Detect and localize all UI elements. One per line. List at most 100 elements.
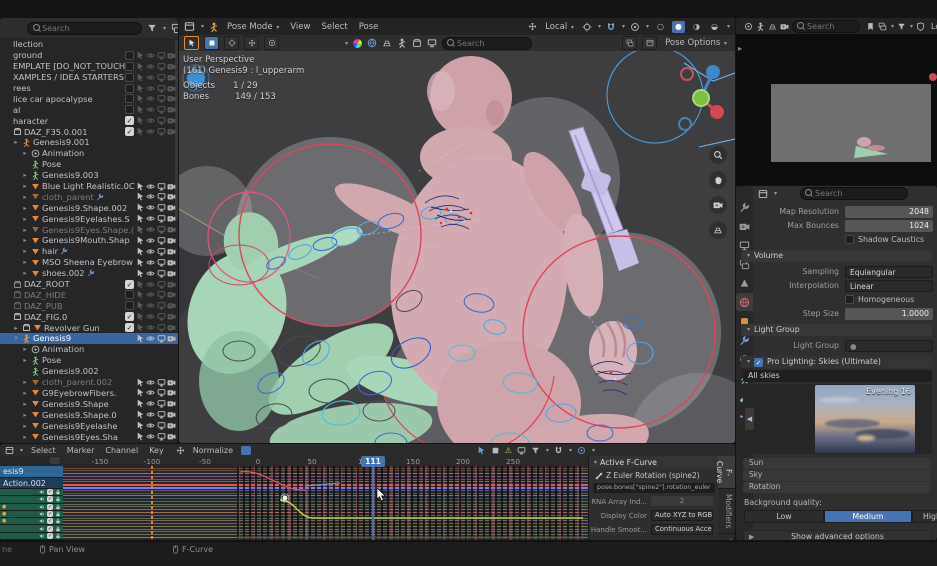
speaker-icon[interactable] bbox=[39, 526, 45, 532]
pointer-icon[interactable] bbox=[136, 105, 145, 114]
eye-icon[interactable] bbox=[146, 410, 155, 419]
filter-caret-icon[interactable]: ▾ bbox=[163, 25, 166, 32]
shield-icon[interactable] bbox=[916, 22, 925, 31]
pointer-icon[interactable] bbox=[136, 94, 145, 103]
monitor-icon[interactable] bbox=[157, 280, 166, 289]
disclosure-icon[interactable]: ▸ bbox=[21, 389, 29, 397]
mode-dropdown[interactable]: Pose Mode ▾ bbox=[224, 22, 282, 32]
monitor-icon[interactable] bbox=[157, 214, 166, 223]
menu-view[interactable]: View bbox=[287, 22, 313, 32]
menu-key[interactable]: Key bbox=[146, 446, 167, 455]
outliner-row-animation[interactable]: ▸Animation bbox=[0, 344, 178, 355]
outliner-row-pose[interactable]: ▸Pose bbox=[0, 355, 178, 366]
eye-icon[interactable] bbox=[146, 62, 155, 71]
disclosure-icon[interactable]: ▸ bbox=[21, 356, 29, 364]
eye-icon[interactable] bbox=[146, 73, 155, 82]
monitor-icon[interactable] bbox=[157, 301, 166, 310]
outliner-scrollbar[interactable] bbox=[175, 40, 178, 220]
outliner-row-g9eyebrowfibers[interactable]: ▸G9EyebrowFibers. bbox=[0, 388, 178, 399]
eye-icon[interactable] bbox=[146, 247, 155, 256]
pointer-icon[interactable] bbox=[136, 269, 145, 278]
monitor-icon[interactable] bbox=[157, 236, 166, 245]
ruler-options-icon[interactable] bbox=[50, 457, 60, 464]
shading-material-button[interactable]: ◑ bbox=[690, 21, 703, 33]
camera-icon[interactable] bbox=[167, 301, 176, 310]
layers-caret-icon[interactable]: ▾ bbox=[891, 23, 894, 30]
pointer-icon[interactable] bbox=[136, 258, 145, 267]
quality-low-button[interactable]: Low bbox=[744, 510, 824, 523]
camera-icon[interactable] bbox=[167, 280, 176, 289]
disclosure-icon[interactable]: ▸ bbox=[21, 258, 29, 266]
monitor-icon[interactable] bbox=[157, 269, 166, 278]
channel-enable-checkbox[interactable]: ✓ bbox=[47, 518, 53, 524]
perspective-toggle-button[interactable] bbox=[709, 221, 727, 239]
monitor-icon[interactable] bbox=[157, 182, 166, 191]
camera-icon[interactable] bbox=[167, 269, 176, 278]
map-resolution-value[interactable]: 2048 bbox=[845, 206, 933, 218]
monitor-icon[interactable] bbox=[157, 192, 166, 201]
collection-checkbox[interactable]: ✓ bbox=[125, 323, 134, 332]
outliner-row-xamples-idea-starters[interactable]: XAMPLES / IDEA STARTERS bbox=[0, 72, 178, 83]
filter-icon[interactable] bbox=[147, 23, 157, 33]
transform-orientation-dropdown[interactable]: Local ▾ bbox=[542, 22, 577, 32]
monitor-icon[interactable] bbox=[157, 312, 166, 321]
eye-icon[interactable] bbox=[146, 127, 155, 136]
all-skies-dropdown[interactable]: All skies bbox=[743, 370, 932, 382]
pointer-icon[interactable] bbox=[136, 84, 145, 93]
camera-icon[interactable] bbox=[167, 399, 176, 408]
filter-caret-icon[interactable]: ▾ bbox=[910, 23, 913, 30]
eye-icon[interactable] bbox=[146, 84, 155, 93]
collection-checkbox[interactable] bbox=[125, 62, 134, 71]
outliner-search-input[interactable] bbox=[27, 22, 142, 35]
overlay-monitor-icon[interactable] bbox=[427, 38, 437, 48]
properties-search-input[interactable] bbox=[800, 187, 908, 200]
overlay-globe-icon[interactable] bbox=[367, 38, 377, 48]
shading-caret-icon[interactable]: ▾ bbox=[727, 23, 730, 30]
pointer-icon[interactable] bbox=[136, 51, 145, 60]
eye-icon[interactable] bbox=[146, 225, 155, 234]
eye-icon[interactable] bbox=[146, 258, 155, 267]
speaker-icon[interactable] bbox=[39, 489, 45, 495]
shadow-caustics-checkbox[interactable] bbox=[845, 235, 854, 244]
lock-icon[interactable] bbox=[55, 489, 61, 495]
channel-enable-checkbox[interactable]: ✓ bbox=[47, 511, 53, 517]
tool-select-box-button[interactable] bbox=[184, 36, 199, 50]
outliner-row-revolver-gun[interactable]: ▸Revolver Gun✓ bbox=[0, 322, 178, 333]
playhead-badge[interactable]: 111 bbox=[361, 456, 385, 467]
disclosure-icon[interactable]: ▸ bbox=[21, 226, 29, 234]
speaker-icon[interactable] bbox=[39, 511, 45, 517]
eye-icon[interactable] bbox=[146, 51, 155, 60]
pointer-icon[interactable] bbox=[136, 203, 145, 212]
camera-icon[interactable] bbox=[167, 421, 176, 430]
eye-icon[interactable] bbox=[146, 378, 155, 387]
collection-checkbox[interactable] bbox=[125, 73, 134, 82]
outliner-row-daz-hide[interactable]: DAZ_HIDE bbox=[0, 289, 178, 300]
outliner-row-cloth-parent-002[interactable]: ▸cloth_parent.002 bbox=[0, 377, 178, 388]
cursor-tool-icon[interactable] bbox=[477, 446, 486, 455]
monitor-icon[interactable] bbox=[157, 94, 166, 103]
sky-subpanel[interactable]: Sky bbox=[743, 470, 930, 481]
pointer-icon[interactable] bbox=[136, 432, 145, 441]
outliner-row-cloth-parent[interactable]: ▸cloth_parent bbox=[0, 191, 178, 202]
collection-checkbox[interactable] bbox=[125, 290, 134, 299]
collection-checkbox[interactable] bbox=[125, 301, 134, 310]
pointer-icon[interactable] bbox=[136, 225, 145, 234]
shading-rendered-button[interactable]: ◒ bbox=[708, 21, 721, 33]
person-overlay-icon[interactable] bbox=[756, 22, 765, 31]
channel-object-genesis9[interactable]: esis9 bbox=[0, 466, 63, 478]
disclosure-icon[interactable]: ▸ bbox=[21, 182, 29, 190]
outliner-row-daz-root[interactable]: DAZ_ROOT✓ bbox=[0, 279, 178, 290]
sky-thumbnail[interactable]: Evening 16 bbox=[815, 385, 915, 453]
overlay-person-icon[interactable] bbox=[397, 38, 407, 48]
outliner-row-genesis9[interactable]: ▾Genesis9 bbox=[0, 333, 178, 344]
proportional-edit-icon[interactable] bbox=[630, 22, 640, 32]
outliner-row-llection[interactable]: llection bbox=[0, 39, 178, 50]
pointer-icon[interactable] bbox=[136, 378, 145, 387]
properties-tab-wrench[interactable] bbox=[736, 198, 753, 216]
pointer-icon[interactable] bbox=[136, 410, 145, 419]
channel-fcurve-row[interactable]: ●✓ bbox=[0, 511, 63, 518]
light-group-section-header[interactable]: ▾Light Group bbox=[741, 324, 932, 336]
camera-icon[interactable] bbox=[167, 410, 176, 419]
collection-checkbox[interactable]: ✓ bbox=[125, 127, 134, 136]
quality-medium-button[interactable]: Medium bbox=[824, 510, 912, 523]
